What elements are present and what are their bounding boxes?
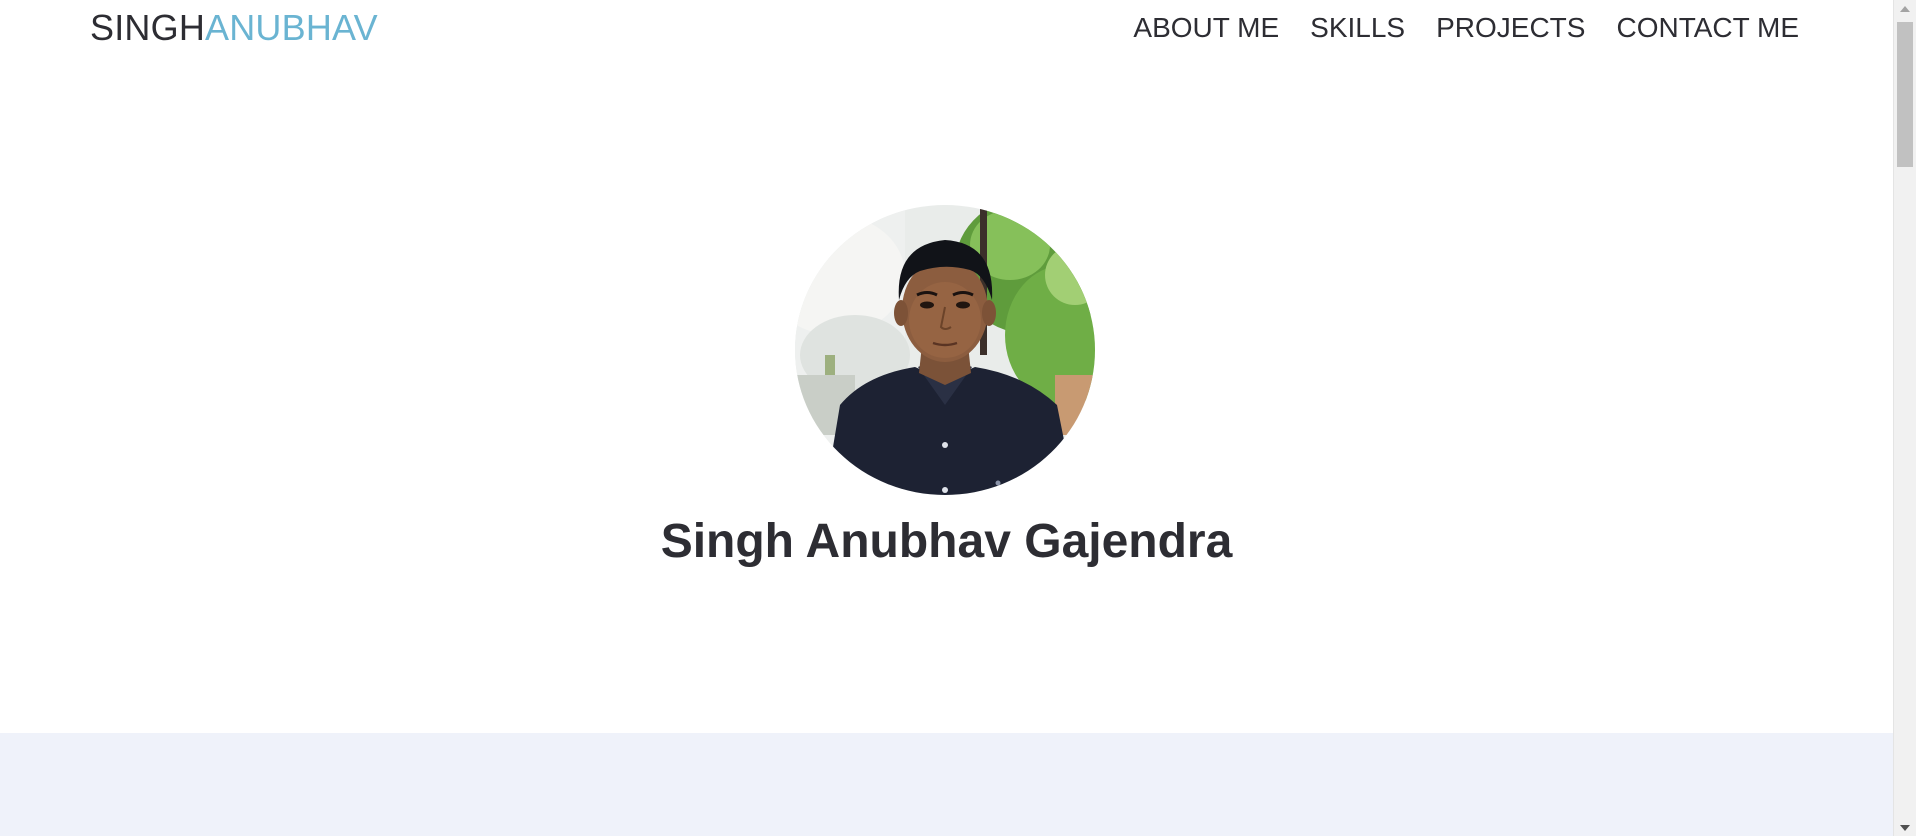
hero-section: Singh Anubhav Gajendra — [0, 58, 1893, 733]
nav-link-contact-me[interactable]: CONTACT ME — [1616, 12, 1799, 43]
nav-link-skills[interactable]: SKILLS — [1310, 12, 1405, 43]
nav-link-about-me[interactable]: ABOUT ME — [1133, 12, 1279, 43]
scrollbar-thumb[interactable] — [1897, 22, 1913, 167]
nav-item-skills: SKILLS — [1310, 11, 1405, 45]
hero-name-heading: Singh Anubhav Gajendra — [660, 515, 1233, 568]
arrow-down-icon[interactable] — [1894, 819, 1916, 836]
nav-item-contact: CONTACT ME — [1616, 11, 1799, 45]
viewport: SINGHANUBHAV ABOUT ME SKILLS PROJECTS CO… — [0, 0, 1893, 836]
profile-avatar — [795, 205, 1095, 495]
profile-photo-icon — [795, 205, 1095, 495]
navbar: SINGHANUBHAV ABOUT ME SKILLS PROJECTS CO… — [0, 0, 1893, 58]
arrow-up-icon[interactable] — [1894, 0, 1916, 17]
nav-links: ABOUT ME SKILLS PROJECTS CONTACT ME — [1133, 11, 1799, 45]
nav-item-projects: PROJECTS — [1436, 11, 1585, 45]
brand-first: SINGH — [90, 7, 206, 48]
brand-logo-link[interactable]: SINGHANUBHAV — [90, 8, 378, 48]
next-section-background — [0, 733, 1893, 836]
page: SINGHANUBHAV ABOUT ME SKILLS PROJECTS CO… — [0, 0, 1916, 836]
nav-link-projects[interactable]: PROJECTS — [1436, 12, 1585, 43]
brand-second: ANUBHAV — [205, 7, 378, 48]
nav-item-about: ABOUT ME — [1133, 11, 1279, 45]
vertical-scrollbar[interactable] — [1893, 0, 1916, 836]
